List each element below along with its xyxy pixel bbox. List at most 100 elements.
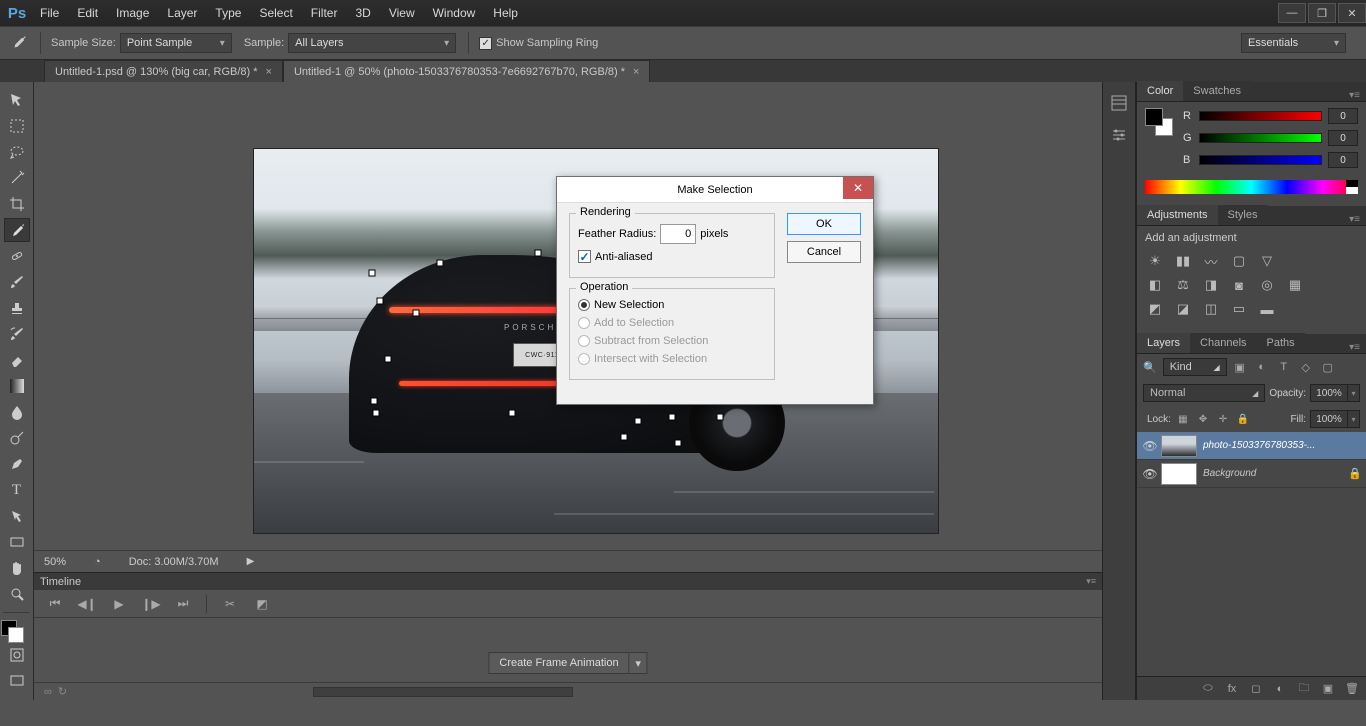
canvas[interactable]: PORSCHE CWC·911 [34,82,1102,550]
r-value[interactable]: 0 [1328,108,1358,124]
lock-all-icon[interactable]: 🔒 [1235,411,1251,427]
styles-tab[interactable]: Styles [1218,205,1268,225]
history-panel-icon[interactable] [1106,90,1132,116]
link-layers-icon[interactable]: ⬭ [1200,681,1216,697]
gradientmap-icon[interactable]: ▭ [1229,300,1249,318]
show-ring-checkbox[interactable]: ✓ [479,37,492,50]
create-frame-dropdown[interactable]: ▾ [630,652,648,674]
menu-image[interactable]: Image [116,6,149,20]
type-tool[interactable]: T [4,478,30,502]
delete-layer-icon[interactable]: 🗑 [1344,681,1360,697]
gradient-tool[interactable] [4,374,30,398]
lock-image-icon[interactable]: ✛ [1215,411,1231,427]
color-swatches[interactable] [4,617,30,643]
ok-button[interactable]: OK [787,213,861,235]
invert-icon[interactable]: ◩ [1145,300,1165,318]
path-anchor[interactable] [669,414,676,421]
tl-first-icon[interactable]: ⏮ [44,595,66,613]
swatches-tab[interactable]: Swatches [1183,81,1251,101]
filter-kind-dropdown[interactable]: Kind◢ [1163,358,1227,376]
brush-tool[interactable] [4,270,30,294]
close-button[interactable]: ✕ [1338,3,1366,23]
filter-shape-icon[interactable]: ◇ [1297,358,1315,376]
op-new-radio[interactable] [578,299,590,311]
lock-pixels-icon[interactable]: ▦ [1175,411,1191,427]
status-more-icon[interactable]: ▶ [247,556,255,567]
screenmode-toggle[interactable] [4,669,30,693]
new-group-icon[interactable]: 🗀 [1296,681,1312,697]
blur-tool[interactable] [4,400,30,424]
hue-icon[interactable]: ◧ [1145,276,1165,294]
filter-adjust-icon[interactable]: ◐ [1253,358,1271,376]
document-tab[interactable]: Untitled-1 @ 50% (photo-1503376780353-7e… [283,60,650,82]
panel-menu-icon[interactable]: ▾≡ [1086,576,1096,587]
layers-tab[interactable]: Layers [1137,333,1190,353]
panel-menu-icon[interactable]: ▾≡ [1343,90,1366,101]
maximize-button[interactable]: ❐ [1308,3,1336,23]
menu-3d[interactable]: 3D [355,6,370,20]
status-icon[interactable]: ◔ [94,556,101,568]
tl-cut-icon[interactable]: ✂ [219,595,241,613]
menu-layer[interactable]: Layer [167,6,197,20]
b-value[interactable]: 0 [1328,152,1358,168]
path-anchor[interactable] [717,414,724,421]
hand-tool[interactable] [4,556,30,580]
tl-loop-icon[interactable]: ∞ [44,686,52,698]
menu-edit[interactable]: Edit [77,6,98,20]
history-brush-tool[interactable] [4,322,30,346]
tl-prev-icon[interactable]: ◀❙ [76,595,98,613]
posterize-icon[interactable]: ◪ [1173,300,1193,318]
tl-convert-icon[interactable]: ↻ [58,685,67,698]
filter-type-icon[interactable]: T [1275,358,1293,376]
vibrance-icon[interactable]: ▽ [1257,252,1277,270]
path-anchor[interactable] [371,398,378,405]
tl-transition-icon[interactable]: ◩ [251,595,273,613]
layer-mask-icon[interactable]: ◻ [1248,681,1264,697]
move-tool[interactable] [4,88,30,112]
new-layer-icon[interactable]: ▣ [1320,681,1336,697]
visibility-icon[interactable]: 👁 [1139,439,1161,453]
tl-last-icon[interactable]: ⏭ [172,595,194,613]
path-anchor[interactable] [437,260,444,267]
document-tab[interactable]: Untitled-1.psd @ 130% (big car, RGB/8) *… [44,60,283,82]
layer-row[interactable]: 👁 photo-1503376780353-... [1137,432,1366,460]
antialias-checkbox[interactable]: ✓ [578,250,591,263]
panel-menu-icon[interactable]: ▾≡ [1343,342,1366,353]
sample-size-dropdown[interactable]: Point Sample [120,33,232,53]
photofilter-icon[interactable]: ◙ [1229,276,1249,294]
g-value[interactable]: 0 [1328,130,1358,146]
eraser-tool[interactable] [4,348,30,372]
lock-position-icon[interactable]: ✥ [1195,411,1211,427]
menu-view[interactable]: View [389,6,415,20]
sample-dropdown[interactable]: All Layers [288,33,456,53]
zoom-tool[interactable] [4,582,30,606]
feather-input[interactable] [660,224,696,244]
color-spectrum[interactable] [1145,180,1358,194]
path-anchor[interactable] [413,310,420,317]
path-select-tool[interactable] [4,504,30,528]
layer-fx-icon[interactable]: fx [1224,681,1240,697]
path-anchor[interactable] [385,356,392,363]
balance-icon[interactable]: ⚖ [1173,276,1193,294]
minimize-button[interactable]: — [1278,3,1306,23]
channels-tab[interactable]: Channels [1190,333,1256,353]
path-anchor[interactable] [621,434,628,441]
panel-menu-icon[interactable]: ▾≡ [1343,214,1366,225]
doc-size[interactable]: Doc: 3.00M/3.70M [129,556,219,568]
wand-tool[interactable] [4,166,30,190]
g-slider[interactable] [1199,133,1322,143]
lasso-tool[interactable] [4,140,30,164]
eyedropper-tool[interactable] [4,218,30,242]
filter-pixel-icon[interactable]: ▣ [1231,358,1249,376]
stamp-tool[interactable] [4,296,30,320]
cancel-button[interactable]: Cancel [787,241,861,263]
tl-play-icon[interactable]: ▶ [108,595,130,613]
timeline-tab[interactable]: Timeline▾≡ [34,572,1102,590]
properties-panel-icon[interactable] [1106,122,1132,148]
path-anchor[interactable] [369,270,376,277]
opacity-value[interactable]: 100% [1310,384,1348,402]
opacity-stepper[interactable]: ▾ [1348,384,1360,402]
menu-window[interactable]: Window [433,6,476,20]
close-tab-icon[interactable]: × [266,66,272,78]
selectivecolor-icon[interactable]: ▬ [1257,300,1277,318]
